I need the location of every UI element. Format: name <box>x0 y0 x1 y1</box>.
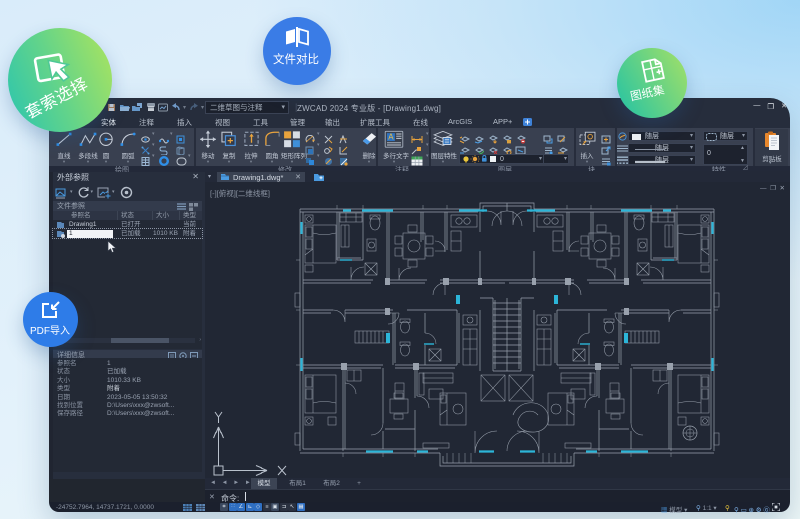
svg-text:A: A <box>388 133 394 142</box>
